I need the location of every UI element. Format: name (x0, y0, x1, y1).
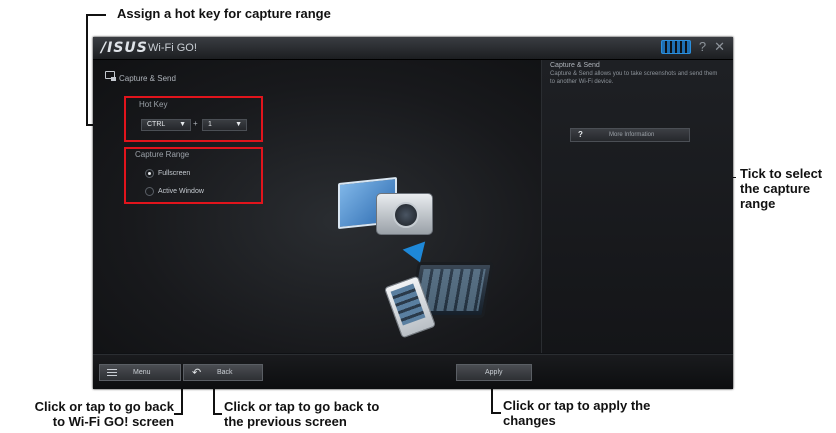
info-description: Capture & Send allows you to take screen… (550, 71, 718, 85)
capture-range-highlight-box (124, 147, 263, 204)
leader-hotkey-h (86, 14, 106, 16)
back-button[interactable]: ↶ Back (183, 364, 263, 381)
leader-apply-h (491, 412, 501, 414)
window-controls: ? ✕ (660, 40, 725, 54)
title-bar: /ISUS Wi-Fi GO! ? ✕ (93, 37, 733, 60)
info-title: Capture & Send (550, 62, 600, 69)
help-icon[interactable]: ? (699, 40, 706, 54)
leader-hotkey-v (86, 14, 88, 126)
capture-send-icon (105, 71, 116, 81)
section-title: Capture & Send (119, 74, 176, 83)
callout-tick-line-1: Tick to select (740, 166, 823, 181)
callout-back-line-1: Click or tap to go back to (224, 399, 380, 414)
bottom-bar: Menu ↶ Back Apply (93, 354, 733, 389)
callout-tick-range: Tick to select the capture range (740, 166, 822, 211)
callout-tick-line-2: the capture (740, 181, 811, 196)
menu-button[interactable]: Menu (99, 364, 181, 381)
callout-apply-line-2: changes (503, 413, 556, 428)
back-arrow-icon: ↶ (192, 367, 202, 379)
callout-back-line-2: the previous screen (224, 414, 347, 429)
callout-tick-line-3: range (740, 196, 776, 211)
asus-logo: /ISUS (101, 40, 148, 56)
more-information-label: More Information (609, 132, 655, 138)
camera-illustration (376, 193, 433, 235)
callout-hotkey: Assign a hot key for capture range (117, 6, 331, 21)
leader-apply-v (491, 385, 493, 414)
more-information-button[interactable]: ? More Information (570, 128, 690, 142)
apply-button[interactable]: Apply (456, 364, 532, 381)
callout-apply: Click or tap to apply the changes (503, 398, 650, 428)
callout-menu: Click or tap to go back to Wi-Fi GO! scr… (4, 399, 174, 429)
apply-label: Apply (485, 369, 503, 376)
question-icon: ? (578, 130, 583, 139)
close-icon[interactable]: ✕ (714, 40, 725, 54)
leader-menu-h (174, 413, 183, 415)
menu-icon (107, 369, 117, 377)
leader-menu-v (181, 385, 183, 415)
callout-back: Click or tap to go back to the previous … (224, 399, 379, 429)
app-title: Wi-Fi GO! (148, 42, 197, 54)
hotkey-highlight-box (124, 96, 263, 142)
callout-menu-line-1: Click or tap to go back (34, 399, 174, 414)
right-info-panel: Capture & Send Capture & Send allows you… (541, 60, 733, 353)
leader-back-h (213, 413, 222, 415)
back-label: Back (217, 369, 233, 376)
callout-apply-line-1: Click or tap to apply the (503, 398, 651, 413)
grid-icon[interactable] (660, 40, 691, 54)
callout-menu-line-2: to Wi-Fi GO! screen (52, 414, 174, 429)
leader-back-v (213, 385, 215, 415)
menu-label: Menu (133, 369, 151, 376)
